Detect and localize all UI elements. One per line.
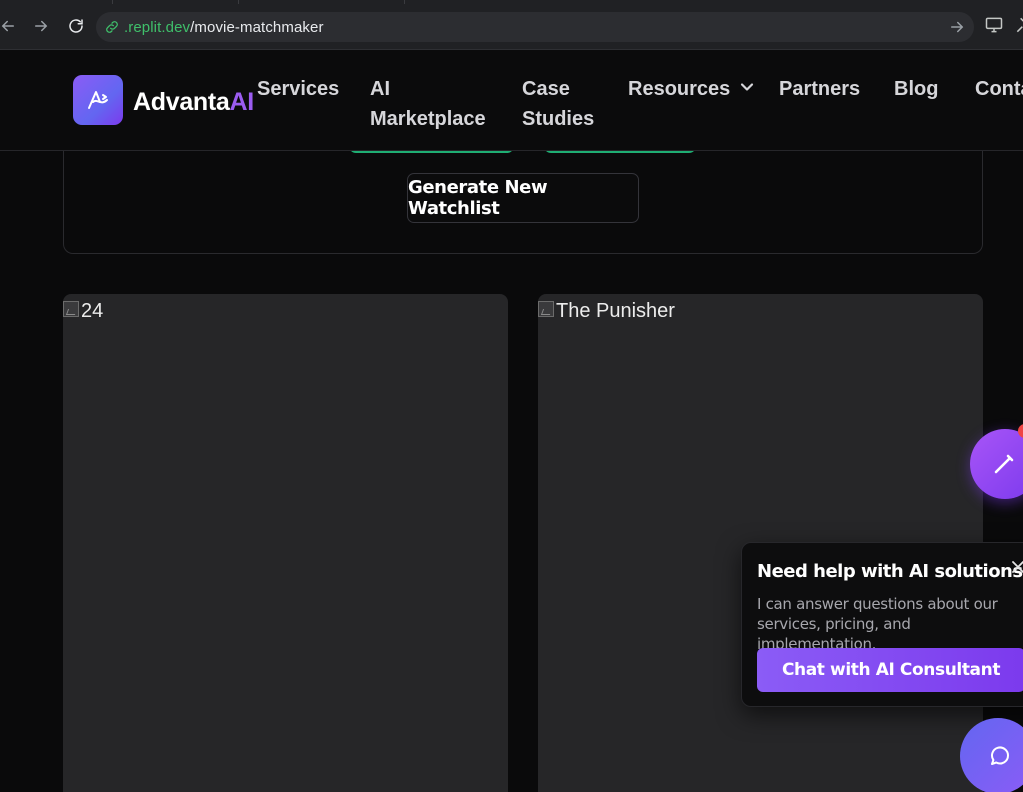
extension-icon[interactable] [1014, 15, 1023, 35]
nav-case-studies[interactable]: Case Studies [522, 74, 594, 134]
forward-arrow-icon[interactable] [29, 14, 53, 38]
chevron-down-icon [740, 83, 753, 91]
brand-accent: AI [229, 88, 255, 116]
browser-toolbar: .replit.dev/movie-matchmaker [0, 0, 1023, 50]
logo-icon[interactable] [73, 75, 123, 125]
movie-alt-text: 24 [81, 300, 104, 322]
movie-poster: 24 [63, 300, 103, 323]
chat-popup-description: I can answer questions about our service… [757, 595, 998, 653]
chat-help-popup: Need help with AI solutions? I can answe… [741, 542, 1023, 707]
brand-main: Advanta [133, 88, 230, 116]
broken-image-icon [538, 300, 554, 317]
nav-blog[interactable]: Blog [894, 74, 938, 104]
monitor-icon[interactable] [984, 15, 1004, 35]
nav-case-studies-line1: Case [522, 78, 570, 100]
generate-watchlist-button[interactable]: Generate New Watchlist [407, 173, 639, 223]
back-arrow-icon[interactable] [0, 14, 20, 38]
viewport: .replit.dev/movie-matchmaker Generate Ne… [0, 0, 1023, 792]
nav-ai-marketplace-line2: Marketplace [370, 108, 486, 130]
nav-ai-marketplace-line1: AI [370, 78, 390, 100]
nav-resources[interactable]: Resources [628, 74, 754, 104]
nav-services[interactable]: Services [257, 74, 339, 104]
nav-partners[interactable]: Partners [779, 74, 860, 104]
nav-contact[interactable]: Conta [975, 74, 1023, 104]
reload-icon[interactable] [64, 14, 88, 38]
close-icon[interactable] [1008, 557, 1023, 577]
chat-popup-title: Need help with AI solutions? [757, 561, 1023, 582]
link-icon [106, 21, 118, 33]
chat-bubble-icon [991, 746, 1010, 765]
brand-name[interactable]: AdvantaAI [133, 88, 254, 117]
tab-strip [0, 0, 1023, 4]
nav-case-studies-line2: Studies [522, 108, 595, 130]
nav-ai-marketplace[interactable]: AI Marketplace [370, 74, 486, 134]
go-arrow-icon[interactable] [948, 18, 966, 36]
movie-alt-text: The Punisher [556, 300, 675, 322]
url-path: /movie-matchmaker [190, 18, 324, 36]
chat-fab-button[interactable] [960, 718, 1023, 792]
url-host: .replit.dev [124, 18, 191, 36]
nav-resources-label: Resources [628, 78, 731, 100]
chat-with-consultant-button[interactable]: Chat with AI Consultant [757, 648, 1023, 692]
site-header: AdvantaAI Services AI Marketplace Case S… [0, 50, 1023, 151]
address-bar[interactable]: .replit.dev/movie-matchmaker [96, 12, 974, 42]
pencil-icon [994, 454, 1014, 474]
broken-image-icon [63, 300, 79, 317]
movie-poster: The Punisher [538, 300, 675, 323]
movie-card[interactable]: 24 [63, 294, 508, 792]
